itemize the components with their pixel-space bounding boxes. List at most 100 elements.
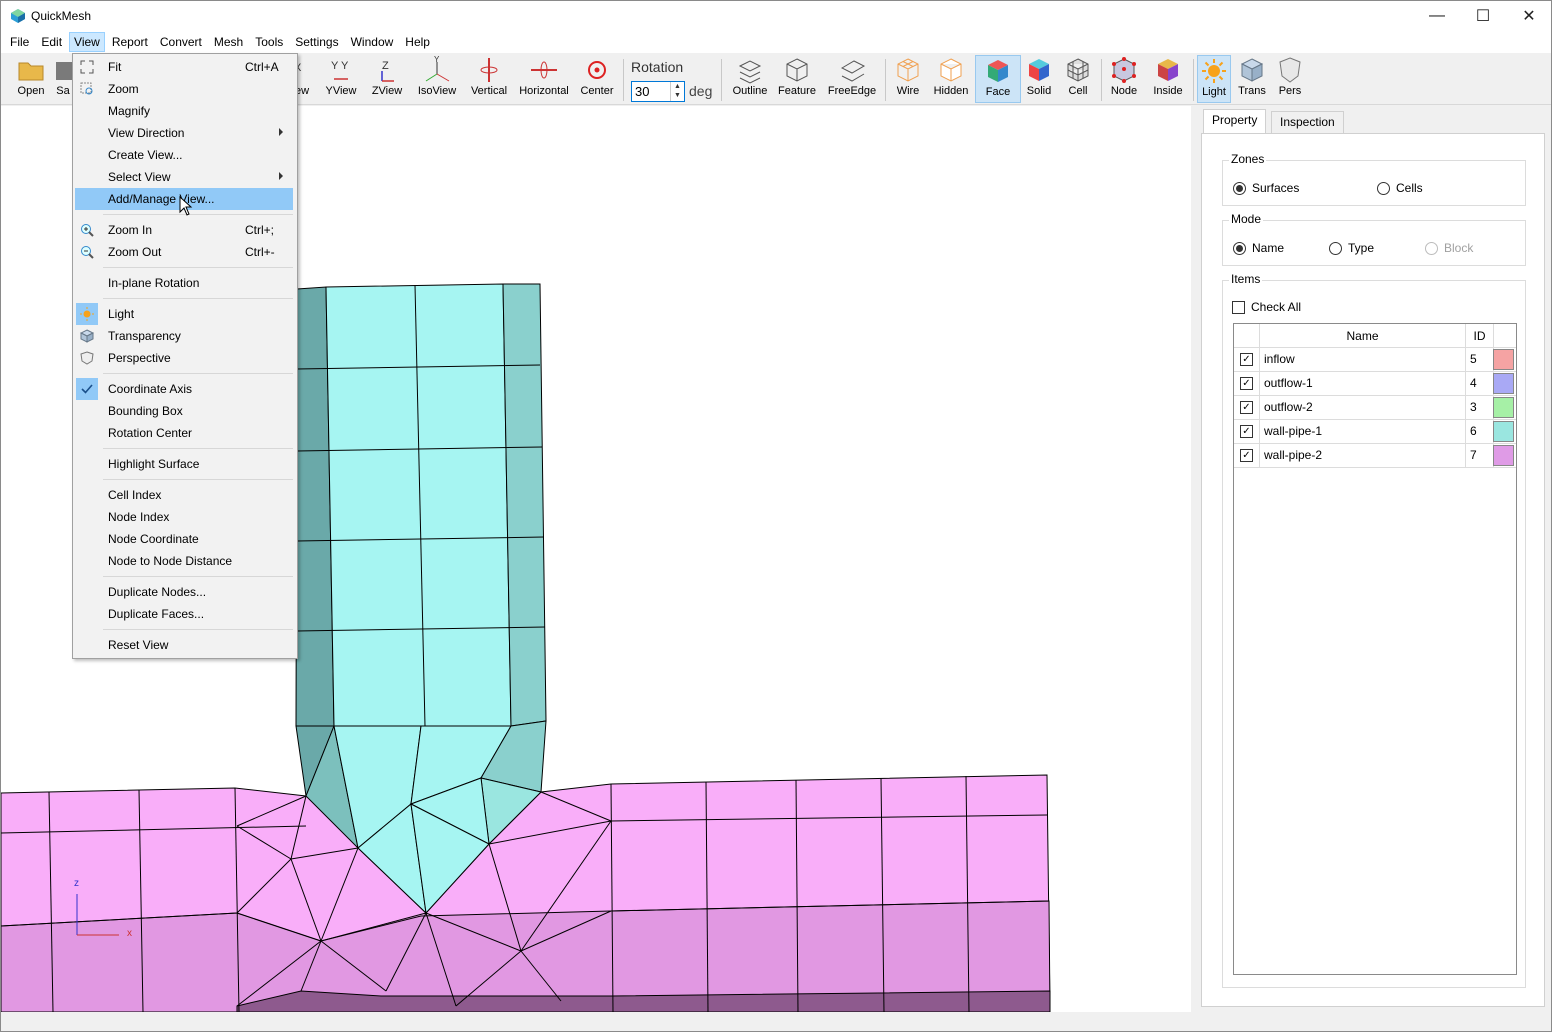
- wire-button[interactable]: Wire: [889, 55, 927, 103]
- table-row[interactable]: ✓ wall-pipe-1 6: [1234, 420, 1516, 444]
- save-button[interactable]: Sa: [53, 55, 73, 103]
- menu-select-view[interactable]: Select View: [75, 166, 293, 188]
- header-id[interactable]: ID: [1466, 324, 1494, 348]
- menu-report[interactable]: Report: [107, 32, 153, 52]
- menu-file[interactable]: File: [5, 32, 34, 52]
- center-icon: [588, 61, 606, 79]
- isoview-button[interactable]: Y IsoView: [415, 55, 459, 103]
- color-swatch[interactable]: [1493, 445, 1514, 466]
- menu-view-direction[interactable]: View Direction: [75, 122, 293, 144]
- row-checkbox[interactable]: ✓: [1234, 420, 1260, 443]
- menu-rotation-center[interactable]: Rotation Center: [75, 422, 293, 444]
- horizontal-button[interactable]: Horizontal: [517, 55, 571, 103]
- mode-name-radio[interactable]: Name: [1233, 241, 1284, 255]
- face-button[interactable]: Face: [975, 55, 1021, 103]
- tab-inspection[interactable]: Inspection: [1271, 111, 1344, 133]
- tab-property[interactable]: Property: [1203, 109, 1267, 133]
- menu-reset-view[interactable]: Reset View: [75, 634, 293, 656]
- color-swatch[interactable]: [1493, 373, 1514, 394]
- row-checkbox[interactable]: ✓: [1234, 444, 1260, 467]
- menu-highlight-surface[interactable]: Highlight Surface: [75, 453, 293, 475]
- zones-surfaces-radio[interactable]: Surfaces: [1233, 181, 1299, 195]
- title-bar: QuickMesh — ☐ ✕: [1, 1, 1551, 31]
- maximize-button[interactable]: ☐: [1460, 1, 1506, 31]
- menu-create-view[interactable]: Create View...: [75, 144, 293, 166]
- menu-edit[interactable]: Edit: [36, 32, 67, 52]
- menu-duplicate-faces[interactable]: Duplicate Faces...: [75, 603, 293, 625]
- menu-cell-index-label: Cell Index: [108, 488, 162, 502]
- menu-help[interactable]: Help: [400, 32, 435, 52]
- row-checkbox[interactable]: ✓: [1234, 396, 1260, 419]
- row-checkbox[interactable]: ✓: [1234, 372, 1260, 395]
- menu-magnify[interactable]: Magnify: [75, 100, 293, 122]
- pers-button[interactable]: Pers: [1273, 55, 1307, 103]
- mode-type-radio[interactable]: Type: [1329, 241, 1374, 255]
- wire-icon: [897, 58, 919, 82]
- menu-transparency[interactable]: Transparency: [75, 325, 293, 347]
- menu-node-to-node-distance-label: Node to Node Distance: [108, 554, 233, 568]
- menu-node-index-label: Node Index: [108, 510, 170, 524]
- menu-node-to-node-distance[interactable]: Node to Node Distance: [75, 550, 293, 572]
- node-button[interactable]: Node: [1105, 55, 1143, 103]
- menu-tools[interactable]: Tools: [250, 32, 288, 52]
- table-row[interactable]: ✓ inflow 5: [1234, 348, 1516, 372]
- hidden-icon: [940, 58, 962, 82]
- menu-settings[interactable]: Settings: [290, 32, 343, 52]
- menu-perspective-label: Perspective: [108, 351, 171, 365]
- menu-bounding-box[interactable]: Bounding Box: [75, 400, 293, 422]
- vertical-button[interactable]: Vertical: [467, 55, 511, 103]
- color-swatch[interactable]: [1493, 349, 1514, 370]
- radio-on-icon: [1233, 241, 1246, 255]
- light-button[interactable]: Light: [1197, 55, 1231, 103]
- table-row[interactable]: ✓ outflow-2 3: [1234, 396, 1516, 420]
- rotation-spinner[interactable]: ▲ ▼: [670, 82, 684, 101]
- open-button[interactable]: Open: [11, 55, 51, 103]
- outline-button[interactable]: Outline: [729, 55, 771, 103]
- solid-button[interactable]: Solid: [1023, 55, 1055, 103]
- menu-perspective[interactable]: Perspective: [75, 347, 293, 369]
- svg-text:Y: Y: [434, 56, 440, 64]
- node-label: Node: [1110, 85, 1138, 97]
- inside-button[interactable]: Inside: [1149, 55, 1187, 103]
- row-name: wall-pipe-2: [1260, 444, 1466, 467]
- yview-button[interactable]: YY YView: [321, 55, 361, 103]
- freeedge-icon: [840, 60, 866, 82]
- menu-zoom-out[interactable]: Zoom Out Ctrl+-: [75, 241, 293, 263]
- menu-light[interactable]: Light: [75, 303, 293, 325]
- menu-mesh[interactable]: Mesh: [209, 32, 248, 52]
- spin-up-icon[interactable]: ▲: [674, 83, 681, 90]
- minimize-button[interactable]: —: [1414, 1, 1460, 31]
- cell-button[interactable]: Cell: [1061, 55, 1095, 103]
- menu-convert[interactable]: Convert: [155, 32, 207, 52]
- feature-button[interactable]: Feature: [775, 55, 819, 103]
- menu-node-index[interactable]: Node Index: [75, 506, 293, 528]
- menu-fit[interactable]: Fit Ctrl+A: [75, 56, 293, 78]
- center-button[interactable]: Center: [577, 55, 617, 103]
- zones-cells-radio[interactable]: Cells: [1377, 181, 1423, 195]
- menu-inplane-rotation[interactable]: In-plane Rotation: [75, 272, 293, 294]
- row-checkbox[interactable]: ✓: [1234, 348, 1260, 371]
- row-name: outflow-1: [1260, 372, 1466, 395]
- menu-window[interactable]: Window: [346, 32, 399, 52]
- menu-coordinate-axis[interactable]: Coordinate Axis: [75, 378, 293, 400]
- color-swatch[interactable]: [1493, 421, 1514, 442]
- color-swatch[interactable]: [1493, 397, 1514, 418]
- menu-node-coordinate[interactable]: Node Coordinate: [75, 528, 293, 550]
- zview-button[interactable]: Z ZView: [367, 55, 407, 103]
- menu-duplicate-nodes[interactable]: Duplicate Nodes...: [75, 581, 293, 603]
- menu-cell-index[interactable]: Cell Index: [75, 484, 293, 506]
- check-all-checkbox[interactable]: Check All: [1232, 300, 1301, 314]
- mode-block-radio: Block: [1425, 241, 1473, 255]
- menu-view[interactable]: View: [69, 32, 105, 52]
- freeedge-button[interactable]: FreeEdge: [825, 55, 879, 103]
- header-name[interactable]: Name: [1260, 324, 1466, 348]
- table-row[interactable]: ✓ wall-pipe-2 7: [1234, 444, 1516, 468]
- table-row[interactable]: ✓ outflow-1 4: [1234, 372, 1516, 396]
- hidden-button[interactable]: Hidden: [931, 55, 971, 103]
- trans-button[interactable]: Trans: [1235, 55, 1269, 103]
- menu-zoom-in[interactable]: Zoom In Ctrl+;: [75, 219, 293, 241]
- perspective-shield-icon: [1279, 57, 1301, 83]
- close-button[interactable]: ✕: [1506, 1, 1551, 31]
- spin-down-icon[interactable]: ▼: [674, 92, 681, 99]
- menu-zoom[interactable]: Zoom: [75, 78, 293, 100]
